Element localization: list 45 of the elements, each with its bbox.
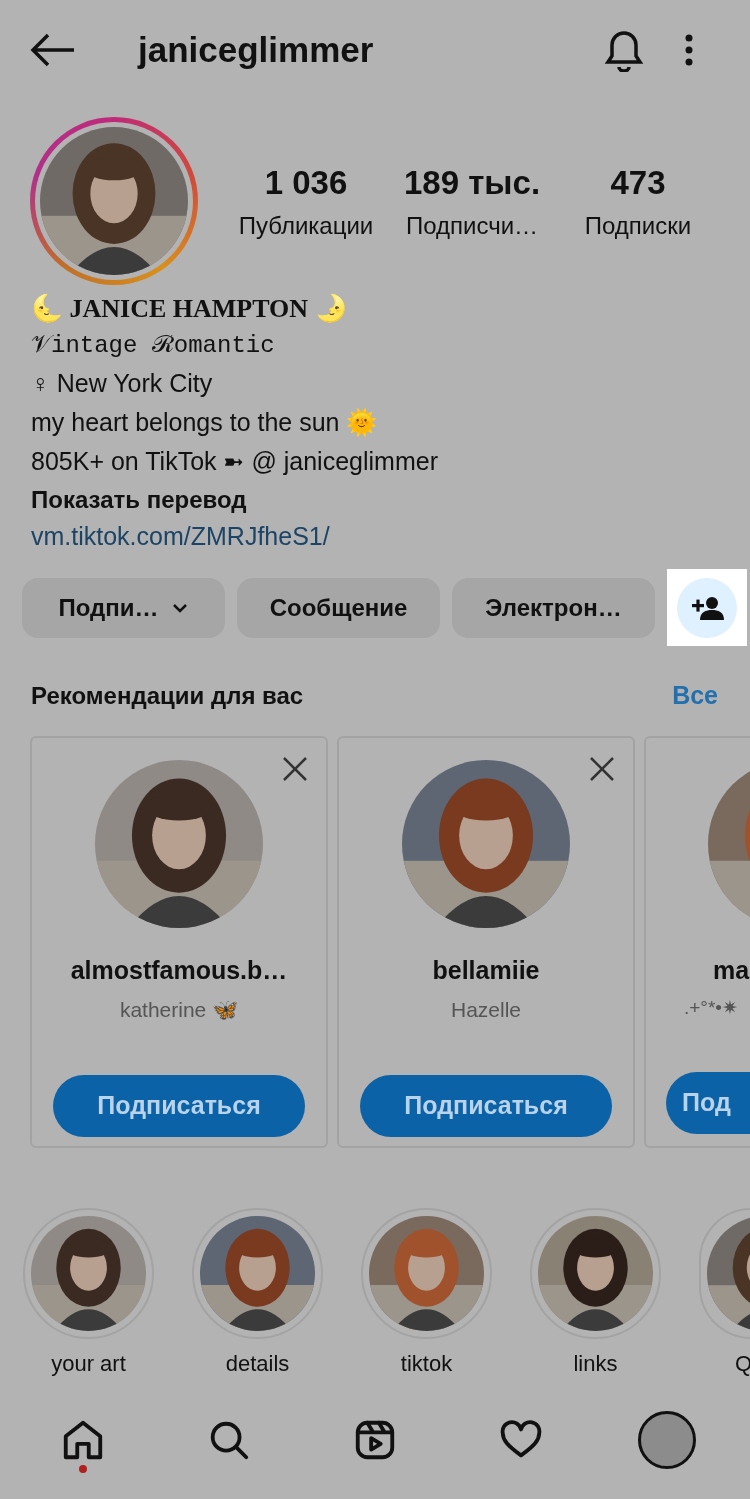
story-highlight[interactable] [361, 1208, 492, 1339]
display-name: 🌜 JANICE HAMPTON 🌛 [31, 292, 348, 325]
stat-count: 473 [610, 163, 666, 204]
bio-line: 805K+ on TikTok ➼ @ janiceglimmer [31, 445, 439, 477]
story-highlight[interactable] [699, 1208, 750, 1339]
highlight-label: your art [51, 1350, 126, 1378]
highlight-label: tiktok [400, 1350, 453, 1378]
highlight-label: links [573, 1350, 618, 1378]
email-button[interactable]: Электрон… [452, 577, 655, 638]
follow-button[interactable]: Под [666, 1072, 750, 1134]
bio-tagline: 𝒱intage ℛomantic [31, 331, 276, 361]
close-icon[interactable] [282, 756, 308, 782]
show-translation-link[interactable]: Показать перевод [31, 481, 719, 518]
story-highlight[interactable] [23, 1208, 154, 1339]
close-icon[interactable] [589, 756, 615, 782]
bell-icon[interactable] [603, 28, 645, 72]
suggestion-name: Hazelle [450, 996, 521, 1023]
follow-button[interactable]: Подписаться [360, 1075, 612, 1137]
add-person-icon [690, 594, 724, 621]
more-options-icon[interactable] [685, 34, 693, 66]
following-button[interactable]: Подпи… [22, 577, 225, 638]
bio-line: my heart belongs to the sun 🌞 [31, 406, 379, 439]
stat-count: 189 тыс. [403, 163, 541, 204]
suggestion-name: katherine 🦋 [119, 996, 239, 1023]
story-highlight[interactable] [192, 1208, 323, 1339]
profile-username: janiceglimmer [138, 28, 375, 71]
highlight-label: details [225, 1350, 290, 1378]
bio-line: ♀ New York City [31, 367, 214, 399]
story-highlight[interactable] [530, 1208, 661, 1339]
suggestion-username: bellamiie [432, 955, 540, 986]
bio-link[interactable]: vm.tiktok.com/ZMRJfheS1/ [31, 518, 719, 555]
suggestion-username: almostfamous.b… [70, 955, 288, 986]
stat-label: Публикации [238, 210, 374, 241]
suggestion-username: ma [713, 955, 750, 986]
chevron-down-icon [170, 601, 189, 614]
see-all-link[interactable]: Все [672, 677, 718, 715]
message-button[interactable]: Сообщение [237, 577, 440, 638]
follow-button[interactable]: Подписаться [53, 1075, 305, 1137]
stat-label: Подписки [584, 210, 692, 241]
profile-avatar[interactable] [638, 1411, 696, 1469]
stat-count: 1 036 [264, 163, 348, 204]
section-title: Рекомендации для вас [31, 681, 304, 711]
back-arrow-icon[interactable] [30, 32, 76, 68]
stat-label: Подписчи… [405, 210, 539, 241]
suggestion-name: .+°*•✷ [684, 995, 739, 1020]
